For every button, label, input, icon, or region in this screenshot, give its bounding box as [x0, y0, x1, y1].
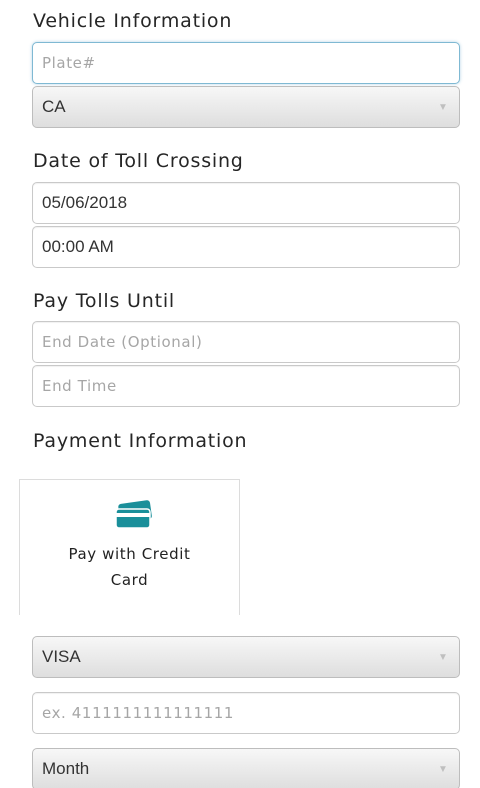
- card-type-select[interactable]: VISA ▼: [32, 636, 460, 678]
- plate-input[interactable]: Plate#: [32, 42, 460, 84]
- card-type-select-value: VISA: [42, 647, 81, 666]
- toll-crossing-section-title: Date of Toll Crossing: [33, 150, 244, 172]
- expiry-month-select[interactable]: Month ▼: [32, 748, 460, 788]
- pay-until-section-title: Pay Tolls Until: [33, 290, 175, 312]
- chevron-down-icon: ▼: [438, 101, 448, 113]
- pay-with-credit-card-label: Pay with Credit Card: [68, 545, 191, 589]
- crossing-time-input[interactable]: 00:00 AM: [32, 226, 460, 268]
- pay-with-credit-card-option[interactable]: Pay with Credit Card: [19, 479, 240, 615]
- end-date-input[interactable]: End Date (Optional): [32, 321, 460, 363]
- state-select[interactable]: CA ▼: [32, 86, 460, 128]
- end-time-input[interactable]: End Time: [32, 365, 460, 407]
- credit-card-icon: [114, 500, 154, 534]
- card-number-input[interactable]: ex. 4111111111111111: [32, 692, 460, 734]
- crossing-date-input[interactable]: 05/06/2018: [32, 182, 460, 224]
- chevron-down-icon: ▼: [438, 763, 448, 775]
- vehicle-section-title: Vehicle Information: [33, 10, 233, 32]
- state-select-value: CA: [42, 97, 66, 116]
- chevron-down-icon: ▼: [438, 651, 448, 663]
- expiry-month-select-value: Month: [42, 759, 90, 778]
- payment-section-title: Payment Information: [33, 430, 248, 452]
